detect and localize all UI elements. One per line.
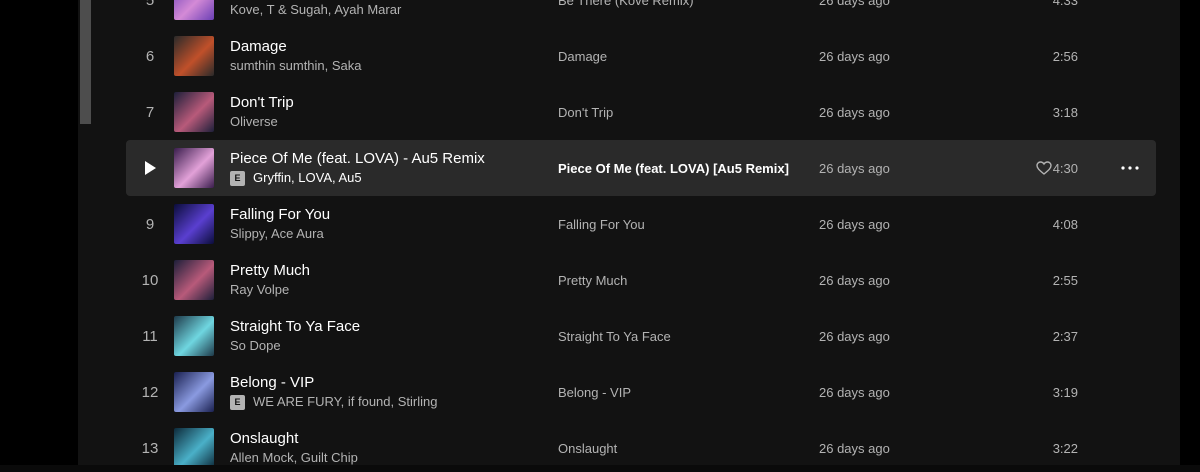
track-title[interactable]: Piece Of Me (feat. LOVA) - Au5 Remix	[230, 150, 530, 168]
track-info: Piece Of Me (feat. LOVA) - Au5 Remix E Gry…	[230, 150, 530, 186]
track-number: 9	[145, 215, 155, 233]
track-info: Falling For You Slippy, Ace Aura	[230, 206, 530, 242]
track-title[interactable]: Falling For You	[230, 206, 530, 224]
track-duration: 2:37	[1052, 328, 1078, 344]
track-number: 7	[145, 103, 155, 121]
track-album[interactable]: Piece Of Me (feat. LOVA) [Au5 Remix]	[558, 140, 789, 196]
track-artists[interactable]: Gryffin, LOVA, Au5	[253, 170, 362, 186]
sidebar-scrollbar-thumb[interactable]	[80, 0, 91, 124]
track-row[interactable]: 9 Falling For You Slippy, Ace Aura Falling …	[126, 196, 1156, 252]
album-cover	[174, 428, 214, 468]
track-info: Be There - Kove RemixKove, T & Sugah, Ay…	[230, 0, 530, 18]
date-added: 26 days ago	[819, 216, 890, 232]
album-cover	[174, 148, 214, 188]
track-title[interactable]: Onslaught	[230, 430, 530, 448]
more-options-icon[interactable]	[1121, 140, 1139, 196]
date-added: 26 days ago	[819, 48, 890, 64]
track-number: 10	[141, 271, 159, 289]
album-cover	[174, 204, 214, 244]
track-album[interactable]: Pretty Much	[558, 252, 627, 308]
track-album[interactable]: Damage	[558, 28, 607, 84]
track-number: 5	[145, 0, 155, 9]
track-album[interactable]: Don't Trip	[558, 84, 613, 140]
track-info: Damage sumthin sumthin, Saka	[230, 38, 530, 74]
playlist-tracklist-panel: 5 Be There - Kove RemixKove, T & Sugah, A…	[93, 0, 1180, 472]
track-artists[interactable]: Allen Mock, Guilt Chip	[230, 450, 358, 466]
track-row[interactable]: 10 Pretty Much Ray Volpe Pretty Much 26 days…	[126, 252, 1156, 308]
play-icon[interactable]	[126, 140, 174, 196]
track-artists[interactable]: sumthin sumthin, Saka	[230, 58, 362, 74]
track-row[interactable]: Piece Of Me (feat. LOVA) - Au5 Remix E Gry…	[126, 140, 1156, 196]
track-artists[interactable]: Ray Volpe	[230, 282, 289, 298]
album-cover	[174, 92, 214, 132]
tracklist: 5 Be There - Kove RemixKove, T & Sugah, A…	[126, 0, 1156, 472]
album-cover	[174, 372, 214, 412]
track-info: Onslaught Allen Mock, Guilt Chip	[230, 430, 530, 466]
track-title[interactable]: Damage	[230, 38, 530, 56]
track-duration: 3:18	[1052, 104, 1078, 120]
heart-icon[interactable]	[1036, 140, 1052, 196]
track-artists-line: Ray Volpe	[230, 282, 530, 298]
date-added: 26 days ago	[819, 328, 890, 344]
track-duration: 2:56	[1052, 48, 1078, 64]
track-row[interactable]: 5 Be There - Kove RemixKove, T & Sugah, A…	[126, 0, 1156, 28]
track-info: Straight To Ya Face So Dope	[230, 318, 530, 354]
track-artists[interactable]: So Dope	[230, 338, 281, 354]
track-artists-line: Kove, T & Sugah, Ayah Marar	[230, 2, 530, 18]
track-artists-line: E WE ARE FURY, if found, Stirling	[230, 394, 530, 410]
track-info: Belong - VIP E WE ARE FURY, if found, Stir…	[230, 374, 530, 410]
track-duration: 4:33	[1052, 0, 1078, 8]
left-sidebar-edge	[0, 0, 78, 472]
date-added: 26 days ago	[819, 160, 890, 176]
track-duration: 2:55	[1052, 272, 1078, 288]
track-title[interactable]: Pretty Much	[230, 262, 530, 280]
track-duration: 4:08	[1052, 216, 1078, 232]
track-info: Don't Trip Oliverse	[230, 94, 530, 130]
track-number: 12	[141, 383, 159, 401]
track-album[interactable]: Be There (Kove Remix)	[558, 0, 694, 28]
date-added: 26 days ago	[819, 384, 890, 400]
track-album[interactable]: Straight To Ya Face	[558, 308, 671, 364]
track-title[interactable]: Straight To Ya Face	[230, 318, 530, 336]
track-artists-line: Slippy, Ace Aura	[230, 226, 530, 242]
track-number: 6	[145, 47, 155, 65]
date-added: 26 days ago	[819, 272, 890, 288]
track-duration: 4:30	[1052, 160, 1078, 176]
album-cover	[174, 260, 214, 300]
album-cover	[174, 36, 214, 76]
track-artists-line: E Gryffin, LOVA, Au5	[230, 170, 530, 186]
track-info: Pretty Much Ray Volpe	[230, 262, 530, 298]
album-cover	[174, 0, 214, 20]
album-cover	[174, 316, 214, 356]
right-edge	[1180, 0, 1200, 472]
track-row[interactable]: 7 Don't Trip Oliverse Don't Trip 26 days ago…	[126, 84, 1156, 140]
track-title[interactable]: Don't Trip	[230, 94, 530, 112]
track-artists-line: Oliverse	[230, 114, 530, 130]
track-artists[interactable]: WE ARE FURY, if found, Stirling	[253, 394, 437, 410]
track-artists-line: So Dope	[230, 338, 530, 354]
track-row[interactable]: 11 Straight To Ya Face So Dope Straight To …	[126, 308, 1156, 364]
track-artists[interactable]: Kove, T & Sugah, Ayah Marar	[230, 2, 401, 18]
date-added: 26 days ago	[819, 104, 890, 120]
date-added: 26 days ago	[819, 0, 890, 8]
track-duration: 3:19	[1052, 384, 1078, 400]
track-number: 11	[142, 327, 158, 345]
track-artists-line: Allen Mock, Guilt Chip	[230, 450, 530, 466]
track-artists[interactable]: Oliverse	[230, 114, 278, 130]
track-album[interactable]: Belong - VIP	[558, 364, 631, 420]
track-artists-line: sumthin sumthin, Saka	[230, 58, 530, 74]
track-title[interactable]: Belong - VIP	[230, 374, 530, 392]
explicit-badge: E	[230, 394, 245, 410]
track-album[interactable]: Falling For You	[558, 196, 645, 252]
track-artists[interactable]: Slippy, Ace Aura	[230, 226, 324, 242]
track-row[interactable]: 12 Belong - VIP E WE ARE FURY, if found, St…	[126, 364, 1156, 420]
track-row[interactable]: 6 Damage sumthin sumthin, Saka Damage 26 day…	[126, 28, 1156, 84]
explicit-badge: E	[230, 170, 245, 186]
bottom-bar	[0, 465, 1200, 472]
